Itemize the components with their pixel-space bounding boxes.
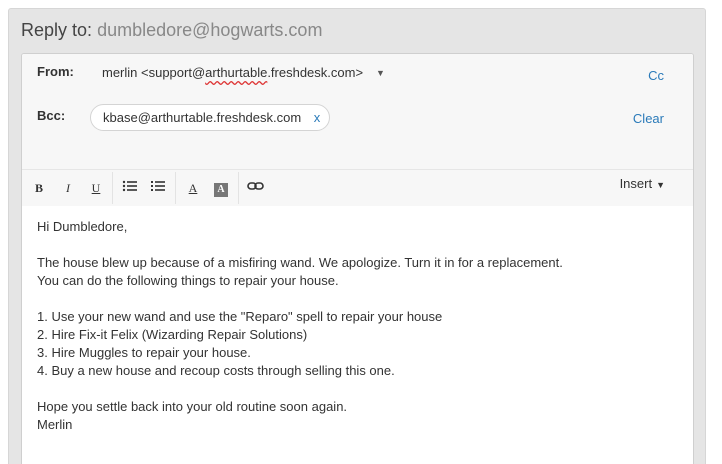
from-address-domain: arthurtable (205, 65, 268, 80)
background-color-glyph: A (214, 183, 228, 197)
body-line: The house blew up because of a misfiring… (37, 255, 563, 270)
message-body[interactable]: Hi Dumbledore, The house blew up because … (37, 218, 677, 434)
body-line: Merlin (37, 417, 73, 432)
compose-header: From: merlin <support@arthurtable.freshd… (22, 54, 693, 170)
underline-icon[interactable]: U (87, 179, 105, 197)
chevron-down-icon: ▼ (656, 180, 665, 190)
body-line: Hi Dumbledore, (37, 219, 128, 234)
reply-pointer (10, 33, 18, 49)
body-line: Hope you settle back into your old routi… (37, 399, 348, 414)
from-dropdown-icon[interactable]: ▼ (376, 68, 385, 78)
bcc-recipient-chip: kbase@arthurtable.freshdesk.com x (90, 104, 331, 131)
toolbar-divider (175, 172, 176, 204)
body-line: 3. Hire Muggles to repair your house. (37, 345, 251, 360)
formatting-toolbar: B I U A A Insert ▼ (22, 170, 693, 206)
compose-panel: From: merlin <support@arthurtable.freshd… (21, 53, 694, 464)
from-select[interactable]: merlin <support@arthurtable.freshdesk.co… (102, 65, 363, 80)
reply-to-label: Reply to: (21, 20, 93, 40)
from-address-suffix: .freshdesk.com> (267, 65, 364, 80)
body-line: 1. Use your new wand and use the "Reparo… (37, 309, 443, 324)
bcc-recipient-address: kbase@arthurtable.freshdesk.com (103, 110, 302, 125)
link-icon[interactable] (247, 179, 265, 197)
font-color-icon[interactable]: A (184, 179, 202, 197)
cc-link[interactable]: Cc (648, 68, 664, 83)
toolbar-divider (238, 172, 239, 204)
clear-bcc-link[interactable]: Clear (633, 111, 664, 126)
background-color-icon[interactable]: A (212, 179, 230, 197)
reply-to-address: dumbledore@hogwarts.com (97, 20, 323, 40)
bullet-list-icon[interactable] (121, 179, 139, 197)
italic-icon[interactable]: I (59, 179, 77, 197)
insert-label: Insert (619, 176, 653, 191)
toolbar-divider (112, 172, 113, 204)
from-address-prefix: merlin <support@ (102, 65, 206, 80)
insert-menu[interactable]: Insert ▼ (620, 176, 665, 191)
remove-recipient-icon[interactable]: x (314, 105, 321, 130)
body-line: 4. Buy a new house and recoup costs thro… (37, 363, 395, 378)
reply-to-header: Reply to: dumbledore@hogwarts.com (21, 20, 322, 41)
bold-icon[interactable]: B (30, 179, 48, 197)
numbered-list-icon[interactable] (149, 179, 167, 197)
body-line: 2. Hire Fix-it Felix (Wizarding Repair S… (37, 327, 308, 342)
from-label: From: (37, 64, 74, 79)
body-line: You can do the following things to repai… (37, 273, 339, 288)
bcc-label: Bcc: (37, 108, 66, 123)
